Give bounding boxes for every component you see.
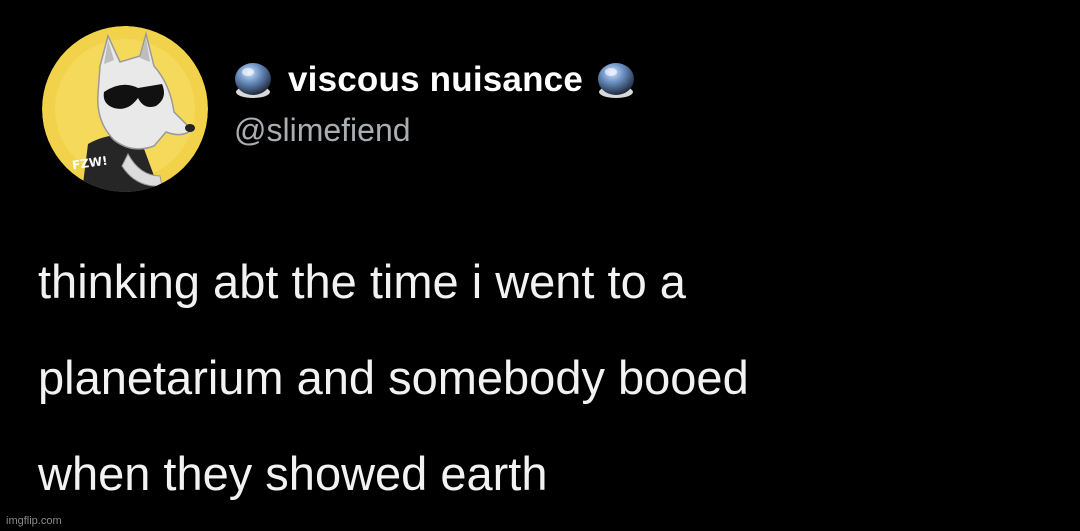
author-display-name[interactable]: viscous nuisance — [288, 60, 583, 100]
tweet-line: thinking abt the time i went to a — [38, 255, 686, 308]
glowing-orb-icon — [595, 59, 637, 101]
tweet-line: when they showed earth — [38, 447, 548, 500]
tweet-line: planetarium and somebody booed — [38, 351, 749, 404]
wolf-avatar-icon — [42, 26, 208, 192]
imgflip-watermark: imgflip.com — [6, 515, 62, 527]
author-name-row[interactable]: viscous nuisance — [232, 56, 637, 104]
author-handle[interactable]: @slimefiend — [234, 112, 411, 149]
tweet-text: thinking abt the time i went to a planet… — [38, 246, 1038, 522]
tweet-card: FZW! viscous nuisance @slimefiend thinki… — [0, 0, 1080, 531]
glowing-orb-icon — [232, 59, 274, 101]
avatar[interactable]: FZW! — [42, 26, 208, 192]
